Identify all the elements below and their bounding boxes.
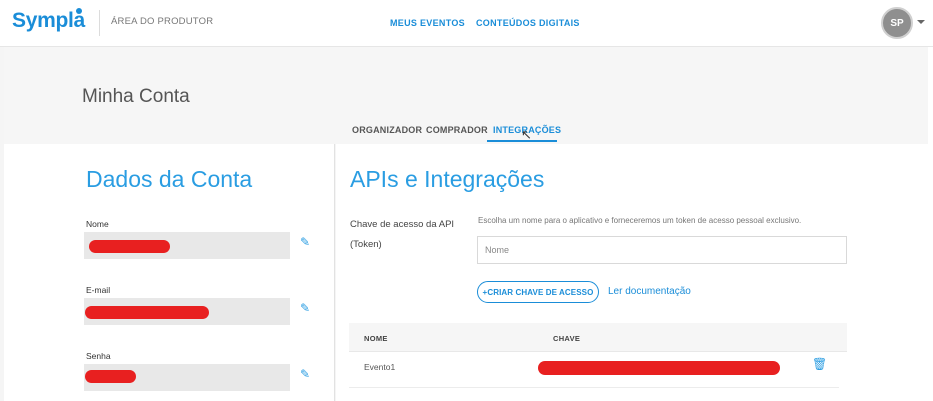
table-row-divider (349, 387, 839, 388)
page-title: Minha Conta (82, 86, 190, 107)
divider (99, 10, 100, 36)
password-label: Senha (86, 351, 111, 361)
create-access-key-button[interactable]: +CRIAR CHAVE DE ACESSO (477, 281, 599, 303)
account-heading: Dados da Conta (86, 166, 253, 192)
redaction-mark (538, 361, 780, 375)
nav-meus-eventos[interactable]: MEUS EVENTOS (390, 18, 465, 28)
app-name-input[interactable] (477, 236, 847, 264)
tab-organizador[interactable]: ORGANIZADOR (352, 125, 422, 135)
logo-dot-icon (76, 8, 82, 14)
redaction-mark (89, 240, 170, 253)
nav-conteudos-digitais[interactable]: CONTEÚDOS DIGITAIS (476, 18, 580, 28)
token-help-text: Escolha um nome para o aplicativo e forn… (478, 216, 802, 225)
page-edge (928, 47, 933, 401)
tab-comprador[interactable]: COMPRADOR (426, 125, 488, 135)
table-row-name: Evento1 (364, 362, 396, 372)
redaction-mark (85, 306, 209, 319)
pencil-icon[interactable]: ✎ (300, 235, 310, 249)
keys-table-header (349, 323, 847, 352)
cursor-icon: ↖ (521, 127, 532, 142)
documentation-link[interactable]: Ler documentação (608, 286, 691, 297)
sympla-logo[interactable]: Sympla (12, 9, 85, 33)
token-label: Chave de acesso da API (Token) (350, 219, 455, 250)
caret-down-icon[interactable] (917, 20, 925, 24)
user-avatar[interactable]: SP (881, 7, 913, 39)
email-label: E-mail (86, 285, 111, 295)
pencil-icon[interactable]: ✎ (300, 301, 310, 315)
pencil-icon[interactable]: ✎ (300, 367, 310, 381)
column-header-chave: CHAVE (553, 334, 581, 343)
column-header-nome: NOME (364, 334, 388, 343)
integrations-heading: APIs e Integrações (350, 166, 545, 192)
producer-area-label: ÁREA DO PRODUTOR (111, 16, 214, 27)
redaction-mark (85, 370, 136, 383)
name-label: Nome (86, 219, 109, 229)
trash-icon[interactable]: 🗑 (812, 357, 827, 371)
